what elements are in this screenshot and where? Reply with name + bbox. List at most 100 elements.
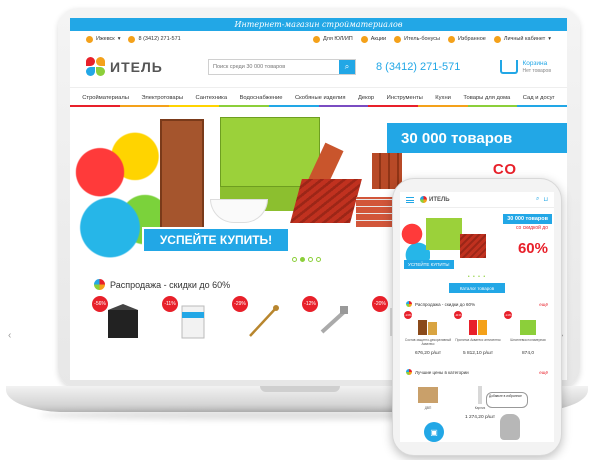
cart-icon[interactable]: ⊔ (543, 196, 548, 203)
link-promo-label: Акции (370, 36, 387, 42)
mobile-sale-section-title: Распродажа - скидки до 60% ещё (400, 293, 554, 309)
discount-badge: -13% (404, 311, 412, 319)
mobile-logo-text: ИТЕЛЬ (429, 196, 450, 203)
mobile-banner[interactable]: 30 000 товаров со скидкой до 60% УСПЕЙТЕ… (400, 210, 554, 272)
nav-item-plumbing[interactable]: Сантехника (195, 95, 227, 101)
search-button[interactable]: ⌕ (339, 60, 355, 74)
nav-item-decor[interactable]: Декор (358, 95, 374, 101)
link-legal[interactable]: Для ЮЛ/ИП (312, 35, 353, 43)
logo-text: ИТЕЛЬ (110, 59, 163, 75)
phone-icon (128, 35, 136, 43)
header-phone[interactable]: 8 (3412) 271-571 (376, 61, 460, 73)
discount-badge: -29% (232, 296, 248, 312)
nav-item-tools[interactable]: Инструменты (387, 95, 423, 101)
cart-title: Корзина (522, 60, 548, 68)
bathtub-image (210, 199, 268, 223)
see-all-link[interactable]: ещё (539, 370, 548, 375)
nav-item-hardware[interactable]: Скобяные изделия (295, 95, 346, 101)
mobile-sale-title-label: Распродажа - скидки до 60% (415, 301, 476, 307)
nav-color-segment (368, 105, 418, 107)
mobile-banner-sale: со скидкой до (515, 225, 548, 231)
mascot-bubble: Добавьте в избранное (486, 392, 528, 408)
carousel-dot[interactable] (316, 257, 321, 262)
percent-icon (360, 35, 368, 43)
carousel-dot[interactable] (308, 257, 313, 262)
nav-color-segment (70, 105, 120, 107)
chat-button[interactable]: ▣ (424, 422, 444, 442)
mobile-product-card[interactable]: -13% Состав защитно-декоративный Акватек… (404, 311, 451, 359)
link-favorites[interactable]: Избранное (447, 35, 486, 43)
tile-mat-image (108, 304, 138, 338)
sale-icon (94, 279, 105, 290)
link-bonus[interactable]: Итель-бонусы (394, 35, 440, 43)
mobile-logo[interactable]: ИТЕЛЬ (420, 196, 450, 203)
city-label: Ижевск (96, 36, 115, 42)
nav-item-home[interactable]: Товары для дома (463, 95, 510, 101)
search-input[interactable] (209, 60, 339, 74)
cement-bag-image (181, 305, 205, 339)
mobile-banner-count: 30 000 товаров (503, 214, 552, 224)
product-card[interactable]: -56% (92, 296, 150, 344)
product-name: ДВП (424, 406, 432, 410)
nav-item-electrical[interactable]: Электротовары (141, 95, 183, 101)
nav-color-segment (119, 105, 170, 107)
product-price: 874,0 (521, 351, 534, 356)
laptop-notch (260, 386, 340, 392)
carousel-dot-active[interactable] (300, 257, 305, 262)
mobile-best-products: ДВП Карниз 1 274,20 р/шт (400, 377, 554, 420)
robot-mascot-image[interactable] (500, 414, 520, 440)
mobile-product-card[interactable]: -14% Шпатлевка полимерная 874,0 (504, 311, 550, 359)
nav-item-kitchens[interactable]: Кухни (435, 95, 451, 101)
product-card[interactable]: -12% (302, 296, 360, 344)
nav-color-segment (467, 105, 518, 107)
carousel-dot[interactable] (292, 257, 297, 262)
mobile-carousel-dots: • • • • (467, 274, 487, 280)
sale-icon (406, 301, 412, 307)
nav-item-garden[interactable]: Сад и досуг (523, 95, 555, 101)
mobile-product-card[interactable]: -11% Пропитка Акватекс антисептик 5 812,… (454, 311, 501, 359)
mobile-banner-percent: 60% (517, 240, 548, 257)
heart-icon (447, 35, 455, 43)
mobile-banner-cta[interactable]: УСПЕЙТЕ КУПИТЬ! (404, 260, 454, 269)
search-box: ⌕ (208, 59, 356, 75)
nav-item-water[interactable]: Водоснабжение (240, 95, 283, 101)
device-mockup: Интернет-магазин стройматериалов Ижевск … (0, 0, 593, 460)
nav-color-segment (517, 105, 567, 107)
link-account[interactable]: Личный кабинет ▾ (493, 35, 551, 43)
nav-item-building[interactable]: Стройматериалы (82, 95, 129, 101)
top-phone[interactable]: 8 (3412) 271-571 (128, 35, 181, 43)
sale-title-label: Распродажа - скидки до 60% (110, 279, 231, 290)
mobile-header-icons: ⌕ ⊔ (536, 196, 548, 203)
discount-badge: -11% (162, 296, 178, 312)
product-name: Пропитка Акватекс антисептик (455, 338, 501, 342)
see-all-link[interactable]: ещё (539, 302, 548, 307)
link-favorites-label: Избранное (457, 36, 486, 42)
carousel-dots (292, 257, 321, 262)
chevron-down-icon: ▾ (548, 36, 551, 42)
link-promo[interactable]: Акции (360, 35, 387, 43)
product-card[interactable]: -29% (232, 296, 290, 344)
discount-badge: -11% (454, 311, 462, 319)
chevron-down-icon: ▾ (117, 36, 121, 42)
screw-image (249, 305, 279, 337)
paint-can-image (418, 320, 437, 335)
briefcase-icon (312, 35, 320, 43)
link-legal-label: Для ЮЛ/ИП (322, 36, 353, 42)
city-selector[interactable]: Ижевск ▾ (86, 35, 121, 43)
catalog-button[interactable]: Каталог товаров (449, 283, 505, 293)
menu-icon[interactable] (406, 196, 414, 203)
mobile-product-card[interactable]: ДВП (404, 379, 452, 410)
phone-screen: ИТЕЛЬ ⌕ ⊔ 30 000 товаров со скидкой до 6… (400, 192, 554, 442)
search-icon[interactable]: ⌕ (536, 196, 539, 203)
cart-button[interactable]: Корзина Нет товаров (500, 60, 551, 74)
nav-color-segment (268, 105, 319, 107)
location-icon (86, 35, 93, 43)
bolt-image (320, 306, 348, 334)
product-card[interactable]: -11% (162, 296, 220, 344)
banner-cta-button[interactable]: УСПЕЙТЕ КУПИТЬ! (142, 227, 290, 253)
site-header: ИТЕЛЬ ⌕ 8 (3412) 271-571 Корзина Нет тов… (70, 47, 567, 87)
site-logo[interactable]: ИТЕЛЬ (86, 57, 196, 77)
discount-badge: -20% (372, 296, 388, 312)
carousel-prev-icon[interactable]: ‹ (8, 330, 11, 341)
cart-subtitle: Нет товаров (522, 67, 551, 74)
